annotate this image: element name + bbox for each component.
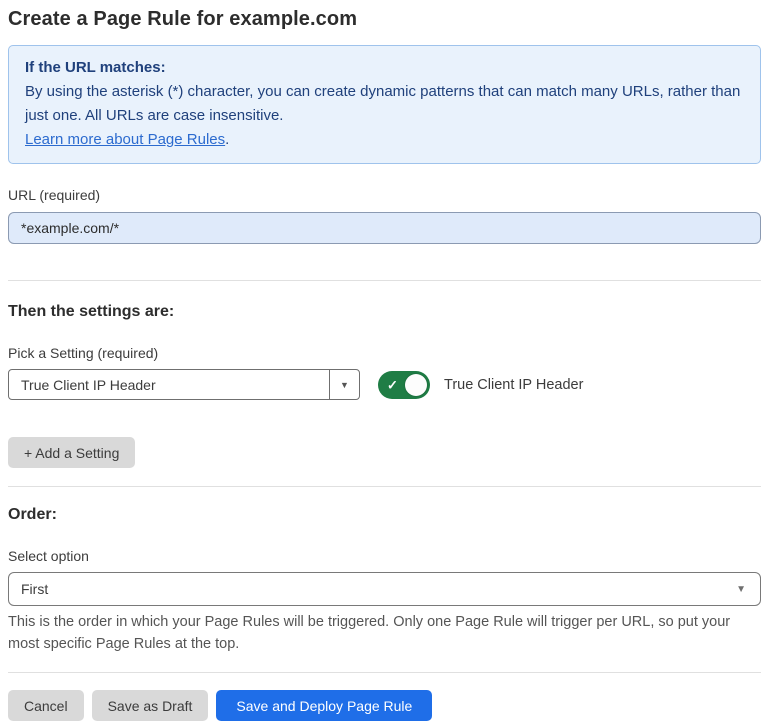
page-title: Create a Page Rule for example.com [8,5,761,33]
order-section-heading: Order: [8,506,761,524]
order-select[interactable]: First ▼ [8,572,761,606]
footer-actions: Cancel Save as Draft Save and Deploy Pag… [8,690,761,721]
divider [8,672,761,673]
setting-dropdown[interactable]: True Client IP Header ▼ [8,369,360,400]
chevron-down-icon: ▼ [736,584,746,595]
true-client-ip-toggle[interactable]: ✓ [378,371,430,399]
page-rule-form: Create a Page Rule for example.com If th… [0,5,769,721]
order-helper-text: This is the order in which your Page Rul… [8,611,756,655]
toggle-knob [405,374,427,396]
info-box-body: By using the asterisk (*) character, you… [25,80,744,128]
link-suffix: . [225,131,229,148]
setting-dropdown-arrow-button[interactable]: ▼ [329,370,359,399]
save-draft-button[interactable]: Save as Draft [92,690,209,721]
info-box-heading: If the URL matches: [25,56,744,80]
chevron-down-icon: ▼ [340,380,349,390]
setting-toggle-group: ✓ True Client IP Header [378,371,583,399]
divider [8,280,761,281]
url-input[interactable] [8,212,761,244]
url-match-info-box: If the URL matches: By using the asteris… [8,45,761,164]
info-box-link-line: Learn more about Page Rules. [25,128,744,152]
learn-more-link[interactable]: Learn more about Page Rules [25,131,225,148]
cancel-button[interactable]: Cancel [8,690,84,721]
setting-dropdown-value: True Client IP Header [9,370,329,399]
toggle-label: True Client IP Header [444,377,583,393]
url-field-label: URL (required) [8,187,761,203]
save-deploy-button[interactable]: Save and Deploy Page Rule [216,690,432,721]
settings-section-heading: Then the settings are: [8,303,761,321]
check-icon: ✓ [387,378,398,391]
order-select-label: Select option [8,548,761,564]
divider [8,486,761,487]
order-select-value: First [21,581,736,597]
add-setting-button[interactable]: + Add a Setting [8,437,135,468]
setting-row: True Client IP Header ▼ ✓ True Client IP… [8,369,761,400]
setting-picker-label: Pick a Setting (required) [8,345,761,361]
